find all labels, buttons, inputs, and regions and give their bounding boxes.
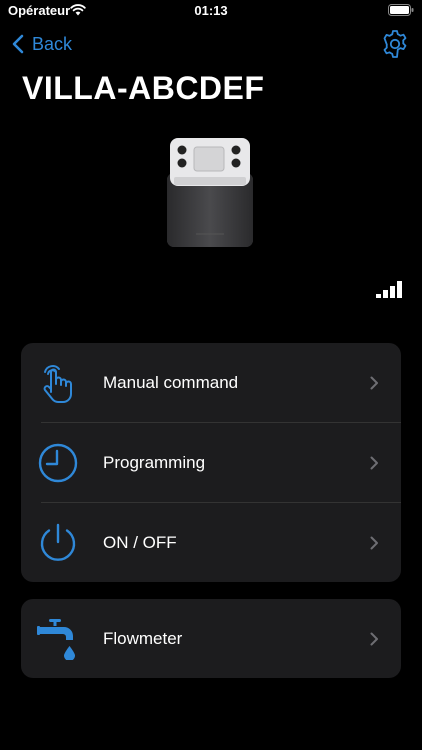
clock-icon xyxy=(38,443,78,482)
flowmeter-row[interactable]: Flowmeter xyxy=(21,599,401,678)
flowmeter-card: Flowmeter xyxy=(21,599,401,678)
menu-card: Manual command Programming ON / OFF xyxy=(21,343,401,582)
programming-row[interactable]: Programming xyxy=(21,423,401,502)
battery-icon xyxy=(388,4,414,16)
chevron-right-icon xyxy=(370,456,378,469)
gear-icon[interactable] xyxy=(380,29,410,59)
hand-tap-icon xyxy=(43,364,72,403)
chevron-left-icon xyxy=(12,34,24,54)
water-tap-icon xyxy=(37,618,75,660)
device-image xyxy=(167,138,253,247)
manual-command-row[interactable]: Manual command xyxy=(21,343,401,422)
manual-command-label: Manual command xyxy=(103,372,239,392)
chevron-right-icon xyxy=(370,536,378,549)
back-label: Back xyxy=(32,33,73,54)
power-icon xyxy=(40,523,76,561)
flowmeter-label: Flowmeter xyxy=(103,628,183,648)
back-button[interactable]: Back xyxy=(12,30,72,58)
chevron-right-icon xyxy=(370,376,378,389)
device-name: VILLA-ABCDEF xyxy=(22,70,265,106)
signal-strength-icon xyxy=(376,281,402,298)
chevron-right-icon xyxy=(370,632,378,645)
on-off-row[interactable]: ON / OFF xyxy=(21,503,401,582)
on-off-label: ON / OFF xyxy=(103,532,177,552)
programming-label: Programming xyxy=(103,452,206,472)
clock-time: 01:13 xyxy=(194,3,228,18)
status-bar: Opérateur 01:13 xyxy=(0,0,422,24)
